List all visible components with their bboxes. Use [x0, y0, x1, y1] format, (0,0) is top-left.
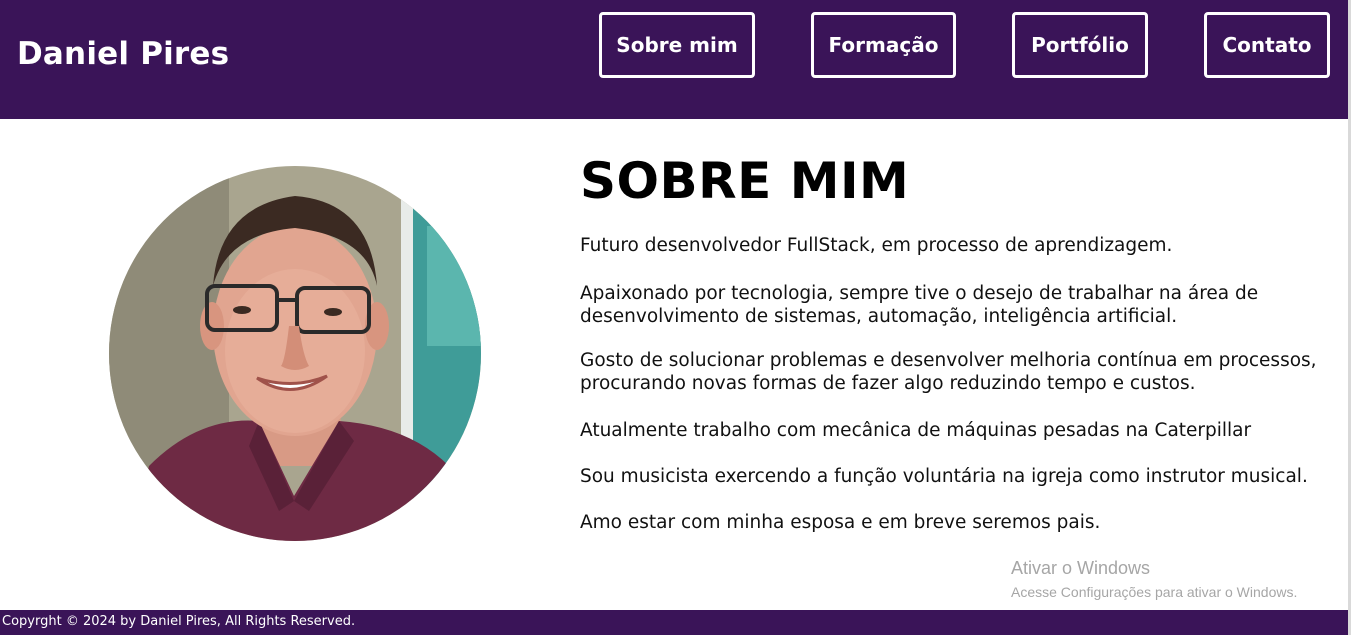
site-header: Daniel Pires Sobre mim Formação Portfóli…: [0, 0, 1348, 119]
nav-contato-button[interactable]: Contato: [1204, 12, 1330, 78]
windows-activation-title: Ativar o Windows: [1011, 558, 1151, 578]
brand-name[interactable]: Daniel Pires: [17, 36, 229, 72]
profile-photo: [109, 166, 481, 541]
about-paragraph: Futuro desenvolvedor FullStack, em proce…: [580, 235, 1173, 256]
about-paragraph: Amo estar com minha esposa e em breve se…: [580, 512, 1101, 533]
site-footer: Copyrght © 2024 by Daniel Pires, All Rig…: [0, 610, 1348, 635]
nav-formacao-button[interactable]: Formação: [811, 12, 956, 78]
about-paragraph: Apaixonado por tecnologia, sempre tive o…: [580, 283, 1259, 327]
page-title: SOBRE MIM: [580, 152, 910, 210]
about-paragraph: Gosto de solucionar problemas e desenvol…: [580, 350, 1317, 394]
copyright-text: Copyrght © 2024 by Daniel Pires, All Rig…: [2, 614, 356, 629]
nav-portfolio-button[interactable]: Portfólio: [1012, 12, 1148, 78]
about-paragraph: Sou musicista exercendo a função voluntá…: [580, 466, 1308, 487]
windows-activation-subtitle: Acesse Configurações para ativar o Windo…: [1011, 584, 1298, 600]
about-paragraph: Atualmente trabalho com mecânica de máqu…: [580, 420, 1252, 441]
nav-sobre-mim-button[interactable]: Sobre mim: [599, 12, 755, 78]
